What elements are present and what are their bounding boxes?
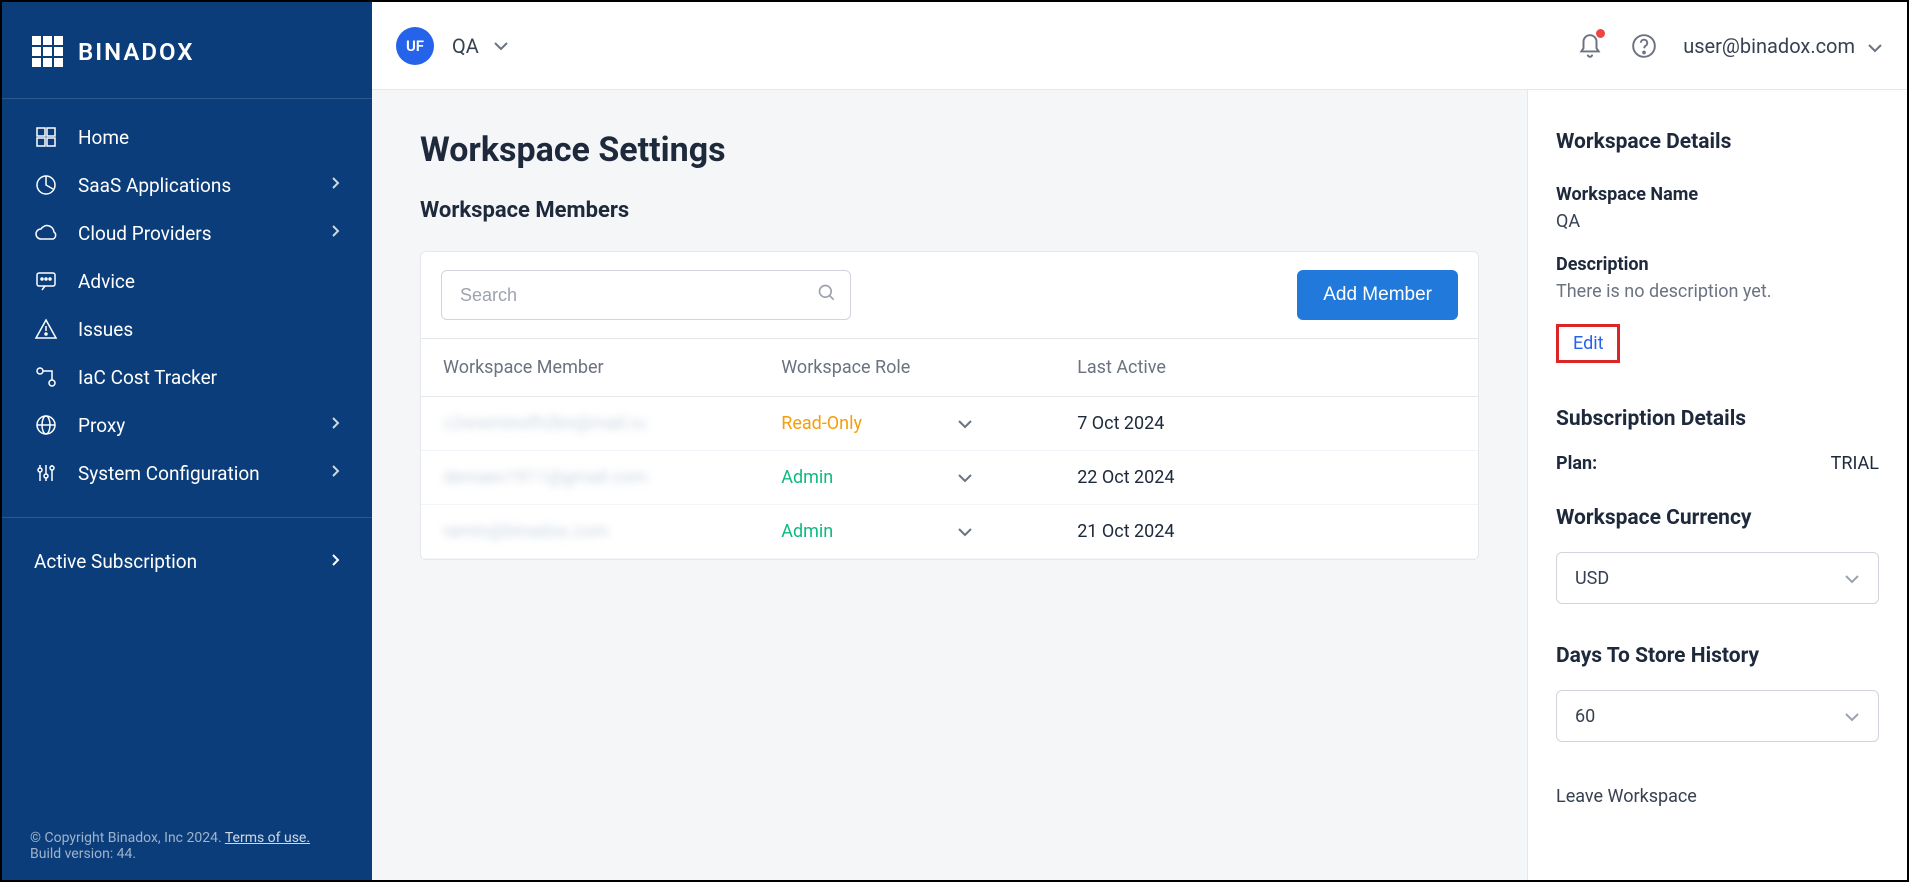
sidebar-nav: Home SaaS Applications Cloud Providers A…	[2, 98, 372, 812]
sidebar-item-issues[interactable]: Issues	[2, 305, 372, 353]
sidebar-item-label: SaaS Applications	[78, 174, 231, 197]
logo-icon	[32, 36, 64, 68]
role-value: Read-Only	[781, 413, 862, 434]
edit-button[interactable]: Edit	[1556, 324, 1620, 363]
brand-name: BINADOX	[78, 38, 194, 66]
currency-select[interactable]: USD	[1556, 552, 1879, 604]
chart-icon	[34, 173, 58, 197]
details-title: Workspace Details	[1556, 130, 1879, 154]
sidebar-item-subscription[interactable]: Active Subscription	[2, 538, 372, 585]
search-input[interactable]	[441, 270, 851, 320]
member-email: ramin@binadox.com	[443, 521, 608, 542]
table-row: ramin@binadox.com Admin 21 Oct 2024	[421, 505, 1478, 559]
build-version: Build version: 44.	[30, 846, 344, 862]
history-select[interactable]: 60	[1556, 690, 1879, 742]
topbar: UF QA user@binadox.com	[372, 2, 1907, 90]
sliders-icon	[34, 461, 58, 485]
desc-value: There is no description yet.	[1556, 281, 1879, 302]
member-email: demaev1911@gmail.com	[443, 467, 648, 488]
role-select[interactable]: Admin	[781, 521, 1033, 542]
home-icon	[34, 125, 58, 149]
desc-label: Description	[1556, 254, 1879, 275]
chevron-down-icon	[1844, 706, 1860, 727]
sidebar-item-label: Advice	[78, 270, 135, 293]
sidebar-item-proxy[interactable]: Proxy	[2, 401, 372, 449]
chevron-down-icon	[957, 521, 1033, 542]
chevron-down-icon	[957, 467, 1033, 488]
plan-value: TRIAL	[1831, 453, 1879, 474]
sidebar-item-saas[interactable]: SaaS Applications	[2, 161, 372, 209]
table-row: c2wwminxfh2bn@mail.ru Read-Only 7 Oct 20…	[421, 397, 1478, 451]
workspace-avatar: UF	[396, 27, 434, 65]
workspace-name: QA	[452, 34, 479, 58]
section-title: Workspace Members	[420, 198, 1479, 223]
sidebar-item-iac[interactable]: IaC Cost Tracker	[2, 353, 372, 401]
details-panel: Workspace Details Workspace Name QA Desc…	[1527, 90, 1907, 880]
members-table: Workspace Member Workspace Role Last Act…	[421, 338, 1478, 559]
sidebar-item-label: Home	[78, 126, 129, 149]
sidebar-item-label: Issues	[78, 318, 133, 341]
plan-label: Plan:	[1556, 453, 1597, 474]
chevron-down-icon	[1844, 568, 1860, 589]
tracker-icon	[34, 365, 58, 389]
chevron-down-icon	[1867, 34, 1883, 58]
chat-icon	[34, 269, 58, 293]
members-card: Add Member Workspace Member Workspace Ro…	[420, 251, 1479, 560]
workspace-selector[interactable]: QA	[452, 34, 509, 58]
member-email: c2wwminxfh2bn@mail.ru	[443, 413, 646, 434]
sidebar-footer: © Copyright Binadox, Inc 2024. Terms of …	[2, 812, 372, 880]
sidebar-item-label: IaC Cost Tracker	[78, 366, 217, 389]
help-button[interactable]	[1629, 31, 1659, 61]
history-value: 60	[1575, 706, 1595, 727]
sidebar-item-label: System Configuration	[78, 462, 260, 485]
sidebar-item-config[interactable]: System Configuration	[2, 449, 372, 497]
add-member-button[interactable]: Add Member	[1297, 270, 1458, 320]
chevron-right-icon	[330, 224, 340, 242]
chevron-down-icon	[493, 36, 509, 55]
terms-link[interactable]: Terms of use.	[225, 830, 310, 846]
name-label: Workspace Name	[1556, 184, 1879, 205]
col-member: Workspace Member	[421, 339, 759, 397]
role-value: Admin	[781, 467, 833, 488]
cloud-icon	[34, 221, 58, 245]
notifications-button[interactable]	[1575, 31, 1605, 61]
col-role: Workspace Role	[759, 339, 1055, 397]
leave-workspace-link[interactable]: Leave Workspace	[1556, 782, 1879, 811]
col-last-active: Last Active	[1055, 339, 1478, 397]
sidebar-item-advice[interactable]: Advice	[2, 257, 372, 305]
subscription-title: Subscription Details	[1556, 407, 1879, 431]
chevron-right-icon	[330, 416, 340, 434]
chevron-down-icon	[957, 413, 1033, 434]
globe-icon	[34, 413, 58, 437]
notification-dot-icon	[1596, 29, 1605, 38]
last-active: 22 Oct 2024	[1055, 451, 1478, 505]
sidebar-item-cloud[interactable]: Cloud Providers	[2, 209, 372, 257]
warning-icon	[34, 317, 58, 341]
history-label: Days To Store History	[1556, 644, 1879, 668]
sidebar-item-label: Proxy	[78, 414, 125, 437]
page-title: Workspace Settings	[420, 130, 1479, 170]
sidebar-item-label: Cloud Providers	[78, 222, 212, 245]
sidebar-item-label: Active Subscription	[34, 550, 197, 573]
last-active: 21 Oct 2024	[1055, 505, 1478, 559]
user-email: user@binadox.com	[1683, 34, 1855, 58]
role-value: Admin	[781, 521, 833, 542]
sidebar: BINADOX Home SaaS Applications Cloud Pro…	[2, 2, 372, 880]
name-value: QA	[1556, 211, 1879, 232]
currency-value: USD	[1575, 568, 1609, 589]
table-row: demaev1911@gmail.com Admin 22 Oct 2024	[421, 451, 1478, 505]
role-select[interactable]: Admin	[781, 467, 1033, 488]
chevron-right-icon	[330, 464, 340, 482]
currency-label: Workspace Currency	[1556, 506, 1879, 530]
chevron-right-icon	[330, 553, 340, 571]
brand-logo[interactable]: BINADOX	[2, 2, 372, 98]
last-active: 7 Oct 2024	[1055, 397, 1478, 451]
user-menu[interactable]: user@binadox.com	[1683, 34, 1883, 58]
sidebar-item-home[interactable]: Home	[2, 113, 372, 161]
main-content: Workspace Settings Workspace Members Add…	[372, 90, 1527, 880]
search-icon	[817, 283, 837, 307]
chevron-right-icon	[330, 176, 340, 194]
role-select[interactable]: Read-Only	[781, 413, 1033, 434]
